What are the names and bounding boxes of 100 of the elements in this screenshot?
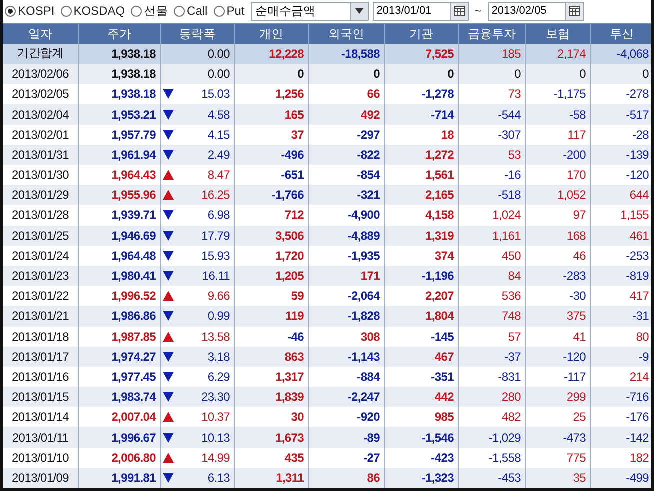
value-cell: -9 [591,346,651,367]
value-cell: 775 [526,448,591,468]
measure-select[interactable]: 순매수금액 [250,2,369,21]
market-radio[interactable]: Put [214,4,245,18]
value-cell: 748 [459,306,526,326]
change-text: 3.18 [208,350,230,364]
value-cell: 863 [235,346,309,367]
change-text: 15.03 [201,87,230,102]
price-cell: 1,996.52 [79,286,161,306]
change-text: 15.93 [201,248,230,263]
column-header[interactable]: 등락폭 [161,24,235,45]
value-cell: -714 [385,104,459,125]
column-header[interactable]: 기관 [385,24,459,45]
value-cell: -920 [309,407,385,428]
up-triangle-icon [163,190,174,200]
value-cell: 73 [459,84,526,104]
value-cell: 165 [235,104,309,125]
change-text: 4.15 [208,128,230,142]
value-cell: -2,064 [309,286,385,306]
down-triangle-icon [163,150,174,160]
value-cell: 185 [459,44,526,64]
date-cell: 2013/01/09 [3,468,79,488]
calendar-icon [454,6,465,16]
end-date-field[interactable]: 2013/02/05 [488,2,584,21]
value-cell: -1,175 [526,84,591,104]
date-cell: 2013/01/21 [3,306,79,326]
value-cell: -1,029 [459,427,526,448]
down-triangle-icon [163,89,174,100]
value-cell: -716 [591,387,651,408]
down-triangle-icon [163,210,174,220]
down-triangle-icon [163,432,174,443]
change-text: 23.30 [201,390,230,404]
value-cell: 12,228 [235,44,309,64]
value-cell: -1,143 [309,346,385,367]
market-radio[interactable]: KOSPI [5,4,55,18]
market-radio[interactable]: 선물 [131,2,168,20]
value-cell: 0 [526,64,591,84]
price-cell: 1,953.21 [79,104,161,125]
up-triangle-icon [163,291,174,302]
market-radio[interactable]: KOSDAQ [60,4,126,18]
value-cell: -307 [459,124,526,145]
date-cell: 2013/02/01 [3,124,79,145]
value-cell: 117 [526,124,591,145]
value-cell: -30 [526,286,591,306]
value-cell: 1,673 [235,427,309,448]
column-header[interactable]: 투신 [591,24,651,45]
price-cell: 1,980.41 [79,266,161,286]
value-cell: 0 [591,64,651,84]
value-cell: -145 [385,326,459,347]
value-cell: 53 [459,144,526,165]
change-text: 0.00 [208,67,230,82]
value-cell: 37 [235,124,309,145]
date-cell: 2013/01/23 [3,266,79,286]
value-cell: 435 [235,448,309,468]
change-text: 6.29 [208,370,230,384]
value-cell: 171 [309,266,385,286]
price-cell: 1,938.18 [79,84,161,104]
value-cell: 3,506 [235,226,309,246]
value-cell: -2,247 [309,387,385,408]
price-cell: 2,007.04 [79,407,161,428]
value-cell: 86 [309,468,385,488]
value-cell: 0 [385,64,459,84]
column-header[interactable]: 금융투자 [459,24,526,45]
column-header[interactable]: 보험 [526,24,591,45]
column-header[interactable]: 주가 [79,24,161,45]
value-cell: 644 [591,185,651,206]
value-cell: 280 [459,387,526,408]
column-header[interactable]: 외국인 [309,24,385,45]
value-cell: -1,828 [309,306,385,326]
date-cell: 2013/01/22 [3,286,79,306]
market-radio[interactable]: Call [174,4,208,18]
value-cell: -496 [235,144,309,165]
price-cell: 1,938.18 [79,44,161,64]
value-cell: 84 [459,266,526,286]
value-cell: -58 [526,104,591,125]
value-cell: 308 [309,326,385,347]
change-text: 0.00 [208,46,230,61]
up-triangle-icon [163,170,174,180]
start-date-field[interactable]: 2013/01/01 [372,2,469,21]
up-triangle-icon [163,332,174,342]
value-cell: 482 [459,407,526,428]
change-text: 16.11 [202,269,230,284]
value-cell: 30 [235,407,309,428]
column-header[interactable]: 일자 [3,24,79,45]
value-cell: -1,278 [385,84,459,104]
value-cell: -142 [591,427,651,448]
price-cell: 1,957.79 [79,124,161,145]
column-header[interactable]: 개인 [235,24,309,45]
price-cell: 1,974.27 [79,346,161,367]
down-triangle-icon [163,230,174,241]
price-cell: 1,961.94 [79,144,161,165]
change-text: 6.98 [208,208,230,222]
value-cell: -517 [591,104,651,125]
value-cell: 35 [526,468,591,488]
change-text: 8.47 [208,168,230,182]
value-cell: 119 [235,306,309,326]
price-cell: 1,996.67 [79,427,161,448]
calendar-icon [568,6,580,16]
value-cell: -139 [591,144,651,165]
price-cell: 1,955.96 [79,185,161,206]
